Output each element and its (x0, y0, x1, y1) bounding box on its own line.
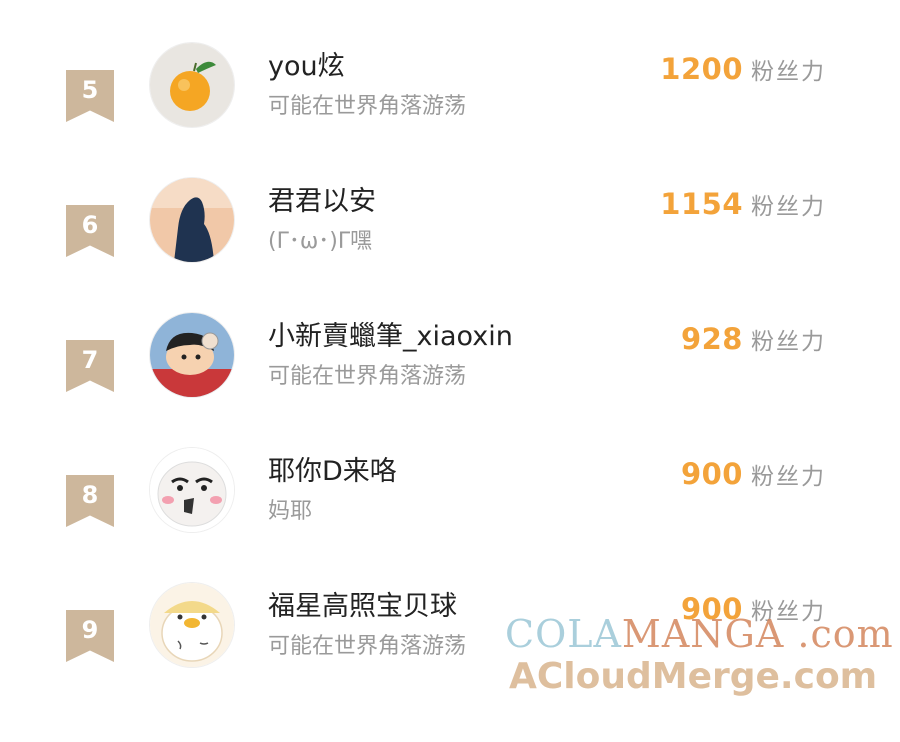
silhouette-avatar-image (150, 178, 234, 262)
rank-number: 9 (81, 616, 99, 644)
meme-face-avatar-image (150, 448, 234, 532)
cartoon-boy-avatar-image (150, 313, 234, 397)
username[interactable]: 耶你D来咯 (268, 449, 397, 488)
rank-number: 5 (81, 76, 99, 104)
fan-power-value: 928 (680, 322, 743, 356)
rank-badge: 9 (66, 610, 114, 662)
orange-avatar-image (150, 43, 234, 127)
fan-power-unit: 粉丝力 (751, 599, 826, 625)
user-bio: 可能在世界角落游荡 (268, 364, 467, 389)
fan-power: 900 粉丝力 (681, 457, 826, 491)
fan-power-unit: 粉丝力 (751, 59, 826, 85)
fan-power-unit: 粉丝力 (751, 329, 826, 355)
fan-power-value: 1200 (660, 52, 743, 86)
rank-badge: 6 (66, 205, 114, 257)
username[interactable]: 小新賣蠟筆_xiaoxin (268, 314, 513, 353)
fan-power-value: 900 (680, 592, 743, 626)
username[interactable]: 福星高照宝贝球 (268, 584, 457, 623)
cartoon-boy-avatar[interactable] (149, 312, 235, 398)
meme-face-avatar[interactable] (149, 447, 235, 533)
ranking-row[interactable]: 9 福星高照宝贝球 可能在世界角落游荡 900 粉丝力 (0, 582, 900, 742)
fan-power-value: 1154 (660, 187, 743, 221)
rank-badge: 5 (66, 70, 114, 122)
username[interactable]: 君君以安 (268, 179, 376, 218)
fan-power: 1200 粉丝力 (660, 52, 826, 86)
orange-fruit-avatar[interactable] (149, 42, 235, 128)
fan-power: 928 粉丝力 (681, 322, 826, 356)
fan-ranking-list: 5 you炫 可能在世界角落游荡 1200 粉丝力 6 君君以安 (Γ･ω･)Γ… (0, 0, 900, 703)
silhouette-avatar[interactable] (149, 177, 235, 263)
duck-avatar[interactable] (149, 582, 235, 668)
duck-avatar-image (150, 583, 234, 667)
rank-number: 6 (81, 211, 99, 239)
ranking-row[interactable]: 5 you炫 可能在世界角落游荡 1200 粉丝力 (0, 42, 900, 202)
fan-power: 1154 粉丝力 (660, 187, 826, 221)
fan-power-unit: 粉丝力 (751, 194, 826, 220)
ranking-row[interactable]: 7 小新賣蠟筆_xiaoxin 可能在世界角落游荡 928 粉丝力 (0, 312, 900, 472)
fan-power-unit: 粉丝力 (751, 464, 826, 490)
user-bio: 妈耶 (268, 499, 313, 524)
fan-power-value: 900 (680, 457, 743, 491)
rank-number: 7 (81, 346, 99, 374)
user-bio: (Γ･ω･)Γ嘿 (268, 229, 373, 254)
rank-number: 8 (81, 481, 99, 509)
rank-badge: 7 (66, 340, 114, 392)
username[interactable]: you炫 (268, 44, 345, 83)
user-bio: 可能在世界角落游荡 (268, 634, 467, 659)
fan-power: 900 粉丝力 (681, 592, 826, 626)
user-bio: 可能在世界角落游荡 (268, 94, 467, 119)
rank-badge: 8 (66, 475, 114, 527)
